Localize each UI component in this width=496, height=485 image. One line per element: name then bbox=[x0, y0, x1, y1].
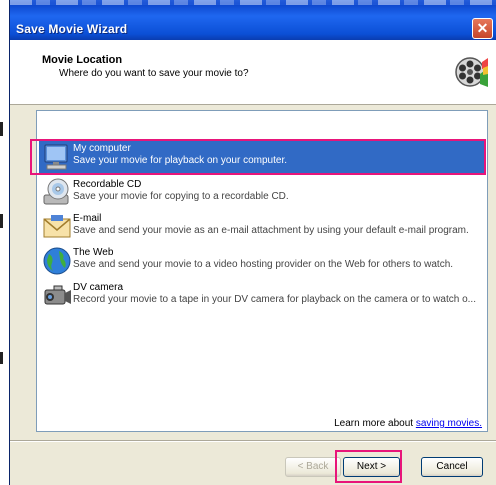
option-description: Save your movie for playback on your com… bbox=[73, 155, 287, 166]
footer-divider bbox=[10, 440, 496, 442]
option-email[interactable]: E-mail Save and send your movie as an e-… bbox=[39, 210, 485, 244]
option-description: Save and send your movie as an e-mail at… bbox=[73, 225, 469, 236]
page-title: Movie Location bbox=[42, 54, 123, 66]
option-the-web[interactable]: The Web Save and send your movie to a vi… bbox=[39, 244, 485, 278]
option-description: Save and send your movie to a video host… bbox=[73, 259, 454, 270]
globe-icon bbox=[43, 247, 71, 275]
option-label: Recordable CD bbox=[73, 179, 142, 190]
option-my-computer[interactable]: My computer Save your movie for playback… bbox=[39, 140, 485, 174]
computer-icon bbox=[44, 144, 68, 170]
close-button[interactable]: ✕ bbox=[472, 18, 493, 39]
page-subtitle: Where do you want to save your movie to? bbox=[59, 68, 249, 79]
option-description: Record your movie to a tape in your DV c… bbox=[73, 294, 476, 305]
camcorder-icon bbox=[44, 285, 71, 305]
title-bar[interactable]: Save Movie Wizard ✕ bbox=[10, 0, 496, 40]
cd-icon bbox=[43, 178, 69, 205]
option-recordable-cd[interactable]: Recordable CD Save your movie for copyin… bbox=[39, 176, 485, 210]
learn-more-label: Learn more about bbox=[334, 418, 414, 429]
next-button[interactable]: Next > bbox=[343, 457, 400, 477]
title-bar-background-strip bbox=[10, 0, 496, 5]
wizard-window: Save Movie Wizard ✕ Movie Location Where… bbox=[9, 0, 496, 485]
location-options-list: My computer Save your movie for playback… bbox=[36, 110, 488, 432]
wizard-header: Movie Location Where do you want to save… bbox=[10, 40, 496, 105]
option-label: E-mail bbox=[73, 213, 102, 224]
option-label: DV camera bbox=[73, 282, 124, 293]
option-label: The Web bbox=[73, 247, 114, 258]
option-label: My computer bbox=[73, 143, 131, 154]
back-button[interactable]: < Back bbox=[285, 457, 341, 477]
option-description: Save your movie for copying to a recorda… bbox=[73, 191, 289, 202]
learn-more-text: Learn more about saving movies. bbox=[334, 418, 482, 429]
window-title: Save Movie Wizard bbox=[16, 22, 128, 36]
option-dv-camera[interactable]: DV camera Record your movie to a tape in… bbox=[39, 279, 485, 313]
email-icon bbox=[43, 215, 71, 238]
cancel-button[interactable]: Cancel bbox=[421, 457, 483, 477]
saving-movies-link[interactable]: saving movies. bbox=[416, 418, 482, 429]
film-reel-icon bbox=[455, 57, 488, 87]
